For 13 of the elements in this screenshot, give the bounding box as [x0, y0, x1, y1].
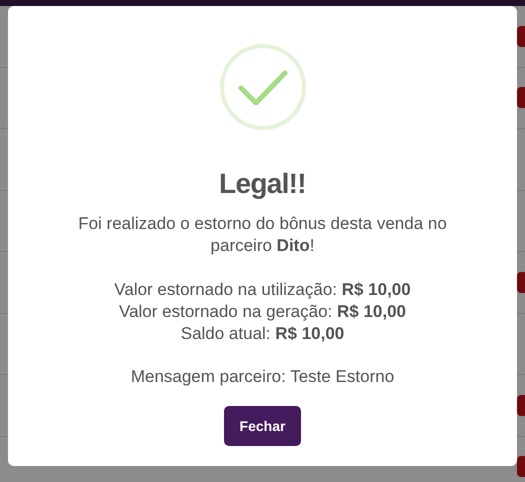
- action-button[interactable]: [517, 26, 525, 47]
- action-button[interactable]: [517, 394, 525, 416]
- check-icon: [218, 43, 306, 131]
- close-button[interactable]: Fechar: [224, 406, 302, 446]
- dialog-title: Legal!!: [219, 167, 306, 201]
- detail-line: Saldo atual: R$ 10,00: [180, 323, 344, 345]
- partner-message: Mensagem parceiro: Teste Estorno: [130, 366, 394, 388]
- detail-line: Valor estornado na geração: R$ 10,00: [119, 301, 406, 323]
- action-button[interactable]: [517, 87, 525, 108]
- dialog-message: Foi realizado o estorno do bônus desta venda no parceiro Dito!: [77, 213, 448, 257]
- action-button[interactable]: [517, 272, 525, 293]
- detail-line: Valor estornado na utilização: R$ 10,00: [114, 279, 411, 301]
- action-button[interactable]: [517, 456, 525, 478]
